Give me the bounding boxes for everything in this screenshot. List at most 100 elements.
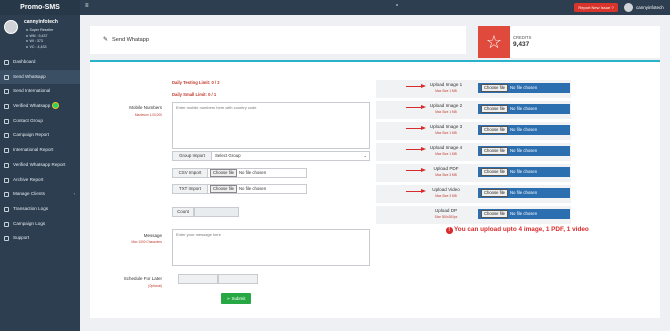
sidebar-item-transaction-logs[interactable]: Transaction Logs [0,202,80,217]
schedule-sublabel: (Optional) [148,284,162,288]
choose-file-button[interactable]: Choose file [481,147,508,155]
mobile-numbers-sublabel: Maximum 1,00,000 [134,113,162,117]
report-icon [4,162,9,168]
credits-value: 9,437 [513,41,530,48]
txt-file-input[interactable]: Choose file No file chosen [207,184,307,194]
txt-choose-file-button[interactable]: Choose file [210,185,237,193]
arrow-right-icon [406,126,426,130]
upload-size-hint: Size 300x300px [434,215,458,219]
profile-panel: cannyinfotech Super Reseller WN : 9,437 … [0,15,80,55]
star-icon: ☆ [478,26,510,58]
upload-pdf-row: Upload PDF Max Size 3 MB Choose file No f… [376,164,571,182]
upload-size-hint: Max Size 1 MB [435,152,457,156]
upload-image-2-input[interactable]: Choose file No file chosen [478,104,570,114]
choose-file-button[interactable]: Choose file [481,168,508,176]
profile-wn: WN : 9,437 [26,34,47,38]
top-username[interactable]: cannyinfotech [636,3,664,12]
upload-video-row: Upload Video Max Size 3 MB Choose file No… [376,185,571,203]
sidebar-item-support[interactable]: Support [0,231,80,246]
csv-file-input[interactable]: Choose file No file chosen [207,168,307,178]
upload-video-input[interactable]: Choose file No file chosen [478,188,570,198]
alert-icon: ! [446,227,453,234]
arrow-right-icon [406,189,426,193]
sidebar-item-campaign-logs[interactable]: Campaign Logs [0,217,80,232]
group-import-label: Group Import [172,151,212,161]
upload-size-hint: Max Size 3 MB [435,173,457,177]
choose-file-button[interactable]: Choose file [481,84,508,92]
upload-dp-input[interactable]: Choose file No file chosen [478,209,570,219]
upload-size-hint: Max Size 1 MB [435,89,457,93]
upload-image-1-row: Upload Image 1 Max Size 1 MB Choose file… [376,80,571,98]
sidebar-item-campaign-report[interactable]: Campaign Report [0,128,80,143]
sidebar-item-contact-group[interactable]: Contact Group [0,114,80,129]
count-field [194,207,239,217]
top-bar-dot [396,4,398,6]
profile-vc: VC : 4,433 [26,45,46,49]
upload-image-3-input[interactable]: Choose file No file chosen [478,125,570,135]
archive-icon [4,177,9,183]
contacts-icon [4,118,9,124]
upload-size-hint: Max Size 1 MB [435,131,457,135]
submit-button[interactable]: ➢ Submit [221,293,251,304]
sidebar-item-international-report[interactable]: International Report [0,143,80,158]
sidebar-item-dashboard[interactable]: Dashboard [0,55,80,70]
sidebar-nav: Dashboard Send Whatsapp Send Internation… [0,55,80,246]
upload-image-2-row: Upload Image 2 Max Size 1 MB Choose file… [376,101,571,119]
hamburger-icon[interactable]: ≡ [85,3,89,9]
choose-file-button[interactable]: Choose file [481,105,508,113]
sidebar-item-manage-clients[interactable]: Manage Clients ‹ [0,187,80,202]
profile-wi: WI : 373 [26,39,43,43]
profile-role: Super Reseller [26,28,53,32]
group-select[interactable]: Select Group ⌄ [211,151,370,161]
sidebar-item-verified-whatsapp-report[interactable]: Verified Whatsapp Report [0,158,80,173]
upload-limit-notice: ! You can upload upto 4 image, 1 PDF, 1 v… [446,226,589,234]
upload-image-4-input[interactable]: Choose file No file chosen [478,146,570,156]
dashboard-icon [4,60,9,65]
txt-import-label: TXT Import [172,184,208,194]
sidebar-item-archive-report[interactable]: Archive Report [0,173,80,188]
upload-image-1-input[interactable]: Choose file No file chosen [478,83,570,93]
page-title: Send Whatapp [112,37,150,43]
upload-dp-row: Upload DP Size 300x300px Choose file No f… [376,206,571,224]
support-icon [4,236,9,242]
profile-name: cannyinfotech [24,19,58,25]
whatsapp-badge-icon [52,102,60,110]
chevron-down-icon: ⌄ [363,153,367,158]
schedule-time-input[interactable] [218,274,258,284]
upload-size-hint: Max Size 1 MB [435,110,457,114]
globe-icon [4,89,9,95]
send-icon [4,74,9,80]
upload-pdf-input[interactable]: Choose file No file chosen [478,167,570,177]
choose-file-button[interactable]: Choose file [481,189,508,197]
schedule-label: Schedule For Later [123,276,162,281]
report-icon [4,133,9,139]
sidebar-item-send-international[interactable]: Send International [0,84,80,99]
upload-image-4-row: Upload Image 4 Max Size 1 MB Choose file… [376,143,571,161]
sidebar-item-send-whatsapp[interactable]: Send Whatsapp [0,69,80,85]
sidebar-item-verified-whatsapp[interactable]: Verified Whatsapp [0,99,80,114]
count-label: Count [172,207,194,217]
user-avatar[interactable] [624,3,633,12]
page-header: ✎ Send Whatapp [90,26,466,54]
credits-card: ☆ CREDITS 9,437 [478,26,660,58]
mobile-numbers-input[interactable]: Enter mobile numbers here with country c… [172,102,370,149]
brand-logo[interactable]: Promo-SMS [0,0,80,15]
message-sublabel: Max 1000 Characters [131,240,162,244]
logs-icon [4,206,9,212]
message-input[interactable]: Enter your message here [172,229,370,266]
profile-avatar [4,20,18,34]
report-icon [4,148,9,154]
choose-file-button[interactable]: Choose file [481,126,508,134]
users-icon [4,192,9,198]
csv-choose-file-button[interactable]: Choose file [210,169,237,177]
arrow-right-icon [406,105,426,109]
credits-label: CREDITS [513,35,532,40]
upload-label: Upload DP [434,208,458,213]
whatsapp-icon [4,104,9,110]
choose-file-button[interactable]: Choose file [481,210,508,218]
chevron-icon: ‹ [73,191,75,197]
report-issue-button[interactable]: Report New Issue ? [574,3,618,12]
mobile-numbers-label: Mobile Numbers [129,105,162,110]
schedule-date-input[interactable] [178,274,218,284]
top-bar: Promo-SMS ≡ Report New Issue ? cannyinfo… [0,0,670,15]
